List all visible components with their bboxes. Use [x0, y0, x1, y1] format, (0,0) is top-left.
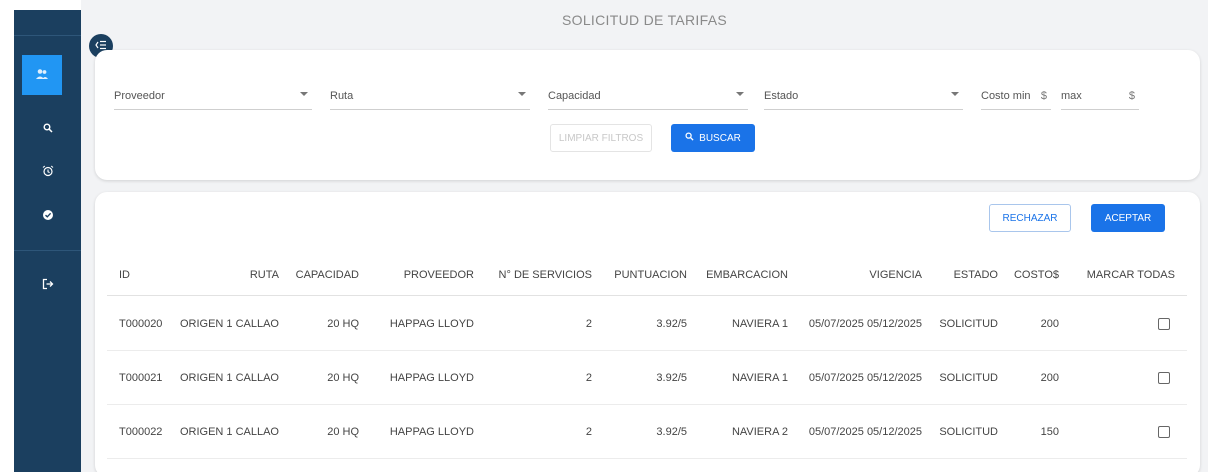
- header-embarcacion: EMBARCACION: [706, 268, 788, 281]
- page-title: SOLICITUD DE TARIFAS: [562, 12, 727, 28]
- users-icon: [35, 67, 49, 84]
- results-panel: RECHAZAR ACEPTAR ID RUTA CAPACIDAD PROVE…: [95, 192, 1200, 472]
- header-proveedor: PROVEEDOR: [403, 268, 474, 281]
- table-header: ID RUTA CAPACIDAD PROVEEDOR N° DE SERVIC…: [107, 254, 1187, 296]
- table-row: T000020 ORIGEN 1 CALLAO 20 HQ HAPPAG LLO…: [107, 297, 1187, 351]
- row-id: T000020: [119, 317, 163, 330]
- row-capacidad: 20 HQ: [327, 317, 359, 330]
- row-costo: 150: [1040, 425, 1059, 438]
- sidebar-item-users[interactable]: [22, 55, 62, 95]
- alarm-icon: [42, 165, 54, 180]
- row-id: T000021: [119, 371, 163, 384]
- check-circle-icon: [42, 209, 54, 224]
- sidebar-item-logout[interactable]: [14, 265, 81, 305]
- sidebar-item-check[interactable]: [14, 196, 81, 236]
- reject-button[interactable]: RECHAZAR: [989, 204, 1071, 232]
- currency-suffix: $: [1040, 90, 1047, 102]
- row-ruta: ORIGEN 1 CALLAO: [179, 371, 279, 384]
- proveedor-select[interactable]: Proveedor: [114, 88, 312, 110]
- row-ruta: ORIGEN 1 CALLAO: [179, 425, 279, 438]
- header-servicios: N° DE SERVICIOS: [498, 268, 592, 281]
- row-checkbox[interactable]: [1149, 351, 1179, 404]
- chevron-down-icon: [518, 92, 526, 96]
- costo-max-placeholder: max: [1061, 90, 1082, 102]
- sidebar: [0, 0, 81, 472]
- clear-filters-button[interactable]: LIMPIAR FILTROS: [550, 124, 652, 152]
- row-puntuacion: 3.92/5: [656, 371, 687, 384]
- accept-button[interactable]: ACEPTAR: [1091, 204, 1165, 232]
- costo-min-input[interactable]: Costo min $: [981, 88, 1051, 110]
- row-capacidad: 20 HQ: [327, 371, 359, 384]
- row-puntuacion: 3.92/5: [656, 317, 687, 330]
- row-embarcacion: NAVIERA 1: [731, 371, 788, 384]
- table-row: T000022 ORIGEN 1 CALLAO 20 HQ HAPPAG LLO…: [107, 405, 1187, 459]
- search-button-label: BUSCAR: [699, 132, 741, 144]
- search-icon: [685, 132, 694, 144]
- row-proveedor: HAPPAG LLOYD: [389, 425, 474, 438]
- row-costo: 200: [1040, 371, 1059, 384]
- ruta-select[interactable]: Ruta: [330, 88, 530, 110]
- mark-all-button[interactable]: MARCAR TODAS: [1065, 254, 1175, 295]
- header-estado: ESTADO: [953, 268, 998, 281]
- row-costo: 200: [1040, 317, 1059, 330]
- sidebar-divider: [14, 35, 81, 36]
- checkbox-box: [1158, 425, 1170, 438]
- estado-label: Estado: [764, 90, 799, 102]
- row-servicios: 2: [585, 425, 592, 438]
- costo-max-input[interactable]: max $: [1061, 88, 1139, 110]
- chevron-down-icon: [951, 92, 959, 96]
- header-vigencia: VIGENCIA: [869, 268, 922, 281]
- row-puntuacion: 3.92/5: [656, 425, 687, 438]
- capacidad-select[interactable]: Capacidad: [548, 88, 748, 110]
- estado-select[interactable]: Estado: [764, 88, 963, 110]
- row-checkbox[interactable]: [1149, 297, 1179, 350]
- row-proveedor: HAPPAG LLOYD: [389, 317, 474, 330]
- header-capacidad: CAPACIDAD: [295, 268, 359, 281]
- table-row: T000021 ORIGEN 1 CALLAO 20 HQ HAPPAG LLO…: [107, 351, 1187, 405]
- row-vigencia: 05/07/2025 05/12/2025: [808, 317, 922, 330]
- row-estado: SOLICITUD: [939, 317, 998, 330]
- row-proveedor: HAPPAG LLOYD: [389, 371, 474, 384]
- sidebar-item-search[interactable]: [14, 108, 81, 148]
- proveedor-label: Proveedor: [114, 90, 165, 102]
- row-embarcacion: NAVIERA 2: [731, 425, 788, 438]
- row-capacidad: 20 HQ: [327, 425, 359, 438]
- row-checkbox[interactable]: [1149, 405, 1179, 458]
- chevron-down-icon: [300, 92, 308, 96]
- row-id: T000022: [119, 425, 163, 438]
- checkbox-box: [1158, 317, 1170, 330]
- row-estado: SOLICITUD: [939, 425, 998, 438]
- row-vigencia: 05/07/2025 05/12/2025: [808, 371, 922, 384]
- search-button[interactable]: BUSCAR: [671, 124, 755, 152]
- row-servicios: 2: [585, 371, 592, 384]
- row-servicios: 2: [585, 317, 592, 330]
- sidebar-divider: [14, 250, 81, 251]
- chevron-down-icon: [736, 92, 744, 96]
- header-id: ID: [119, 268, 130, 281]
- sidebar-item-alarm[interactable]: [14, 152, 81, 192]
- header-puntuacion: PUNTUACION: [614, 268, 687, 281]
- capacidad-label: Capacidad: [548, 90, 601, 102]
- row-estado: SOLICITUD: [939, 371, 998, 384]
- row-vigencia: 05/07/2025 05/12/2025: [808, 425, 922, 438]
- ruta-label: Ruta: [330, 90, 354, 102]
- row-ruta: ORIGEN 1 CALLAO: [179, 317, 279, 330]
- logout-icon: [42, 278, 54, 293]
- costo-min-placeholder: Costo min: [981, 90, 1031, 102]
- header-costo: COSTO$: [1013, 268, 1059, 281]
- filter-panel: Proveedor Ruta Capacidad Estado Costo mi…: [95, 50, 1200, 180]
- sidebar-panel: [14, 10, 81, 472]
- currency-suffix: $: [1128, 90, 1135, 102]
- checkbox-box: [1158, 371, 1170, 384]
- search-icon: [43, 121, 53, 136]
- row-embarcacion: NAVIERA 1: [731, 317, 788, 330]
- main-content: SOLICITUD DE TARIFAS Proveedor Ruta Capa…: [81, 0, 1208, 472]
- header-ruta: RUTA: [249, 268, 279, 281]
